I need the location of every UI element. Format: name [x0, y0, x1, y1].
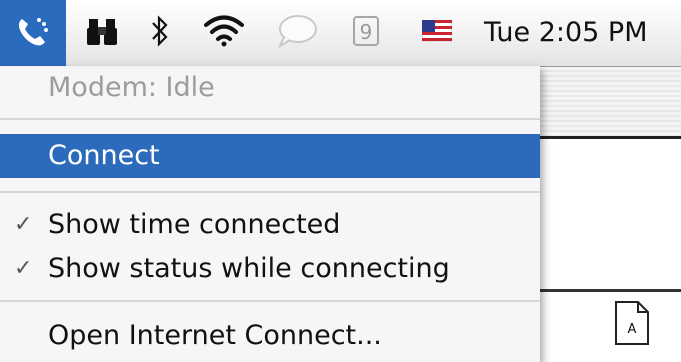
- bluetooth-icon: [148, 13, 172, 53]
- show-status-while-connecting-label: Show status while connecting: [48, 253, 450, 284]
- menu-separator: [0, 118, 540, 120]
- menu-separator: [0, 300, 540, 302]
- open-internet-connect-label: Open Internet Connect...: [48, 320, 382, 351]
- checkmark-icon: ✓: [14, 212, 33, 237]
- nine-menu-extra[interactable]: 9: [340, 0, 392, 66]
- show-time-connected-label: Show time connected: [48, 209, 341, 240]
- bluetooth-menu-extra[interactable]: [140, 0, 180, 66]
- speech-bubble-icon: [275, 13, 319, 53]
- sherlock-menu-extra[interactable]: [78, 0, 126, 66]
- menu-separator: [0, 191, 540, 193]
- checkmark-icon: ✓: [14, 256, 33, 281]
- show-time-connected-item[interactable]: ✓ Show time connected: [0, 203, 540, 247]
- modem-menu-extra[interactable]: [0, 0, 66, 66]
- document-letter: A: [628, 322, 637, 337]
- wifi-icon: [203, 14, 245, 52]
- connect-label: Connect: [48, 140, 160, 171]
- open-internet-connect-item[interactable]: Open Internet Connect...: [0, 314, 540, 358]
- nine-glyph: 9: [360, 20, 373, 44]
- binoculars-icon: [84, 13, 120, 53]
- input-menu-extra[interactable]: [406, 0, 468, 66]
- background-toolbar: [540, 67, 681, 137]
- menu-bar: 9 Tue 2:05 PM: [0, 0, 681, 67]
- modem-status-label: Modem: Idle: [48, 72, 215, 103]
- us-flag-icon: [421, 19, 453, 46]
- nine-icon: 9: [351, 14, 381, 52]
- show-status-while-connecting-item[interactable]: ✓ Show status while connecting: [0, 247, 540, 291]
- connect-menu-item[interactable]: Connect: [0, 134, 540, 178]
- menubar-clock[interactable]: Tue 2:05 PM: [484, 0, 648, 66]
- airport-menu-extra[interactable]: [196, 0, 252, 66]
- background-pane: [540, 292, 681, 362]
- document-icon[interactable]: A: [614, 300, 650, 346]
- ichat-menu-extra[interactable]: [266, 0, 328, 66]
- phone-modem-icon: [13, 11, 53, 55]
- modem-status-item: Modem: Idle: [0, 66, 540, 110]
- background-pane: [540, 139, 681, 289]
- modem-dropdown-menu: Modem: Idle Connect ✓ Show time connecte…: [0, 66, 540, 362]
